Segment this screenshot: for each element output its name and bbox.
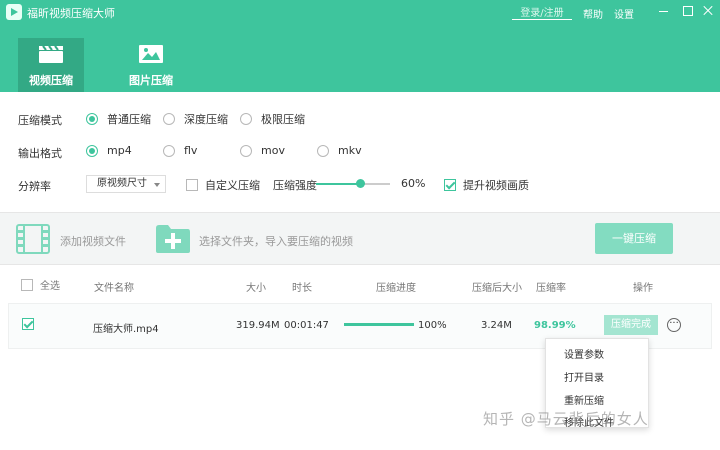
radio-button[interactable] — [240, 113, 252, 125]
resolution-label: 分辨率 — [18, 180, 51, 193]
add-video-file-link[interactable]: 添加视频文件 — [60, 233, 126, 249]
checkbox[interactable] — [186, 179, 198, 191]
option-label: 普通压缩 — [107, 113, 151, 126]
column-header-duration: 时长 — [292, 283, 312, 294]
enhance-quality-checkbox[interactable]: 提升视频画质 — [444, 177, 529, 193]
compress-mode-label: 压缩模式 — [18, 114, 62, 127]
close-icon[interactable] — [700, 3, 716, 19]
mode-option-normal[interactable]: 普通压缩 — [86, 111, 151, 127]
app-title: 福昕视频压缩大师 — [27, 7, 115, 20]
option-label: flv — [184, 144, 198, 157]
title-bar: 福昕视频压缩大师 登录/注册 帮助 设置 — [0, 0, 720, 24]
chevron-down-icon — [154, 183, 160, 187]
file-size: 319.94M — [236, 320, 280, 331]
minimize-icon[interactable] — [656, 3, 672, 19]
login-link[interactable]: 登录/注册 — [512, 4, 572, 20]
strength-value: 60% — [401, 177, 426, 190]
format-option-flv[interactable]: flv — [163, 144, 197, 157]
format-option-mkv[interactable]: mkv — [317, 144, 362, 157]
strength-slider[interactable] — [316, 179, 390, 188]
column-header-progress: 压缩进度 — [376, 283, 416, 294]
add-folder-icon[interactable] — [155, 224, 191, 254]
option-label: mov — [261, 144, 285, 157]
option-label: mp4 — [107, 144, 132, 157]
radio-button[interactable] — [163, 113, 175, 125]
one-click-compress-button[interactable]: 一键压缩 — [595, 223, 673, 254]
app-logo-icon — [6, 4, 22, 20]
tab-label: 视频压缩 — [29, 74, 73, 87]
resolution-select[interactable]: 原视频尺寸 — [86, 175, 166, 193]
menu-item-settings[interactable]: 设置参数 — [564, 346, 604, 361]
strength-label: 压缩强度 — [273, 179, 317, 192]
progress-text: 100% — [418, 320, 447, 331]
help-link[interactable]: 帮助 — [583, 6, 603, 21]
settings-link[interactable]: 设置 — [614, 6, 634, 21]
column-header-name: 文件名称 — [94, 283, 134, 294]
resolution-value: 原视频尺寸 — [97, 178, 147, 189]
slider-fill — [316, 183, 361, 185]
radio-button[interactable] — [240, 144, 252, 157]
after-size: 3.24M — [481, 320, 512, 331]
option-label: mkv — [338, 144, 362, 157]
slider-thumb[interactable] — [356, 179, 366, 188]
tab-image-compress[interactable]: 图片压缩 — [118, 38, 184, 92]
option-label: 深度压缩 — [184, 113, 228, 126]
option-label: 提升视频画质 — [463, 179, 529, 192]
radio-button[interactable] — [317, 144, 329, 157]
watermark: 知乎 @马云背后的女人 — [483, 410, 649, 428]
app-header: 福昕视频压缩大师 登录/注册 帮助 设置 视频压缩 图片压缩 — [0, 0, 720, 92]
column-header-size: 大小 — [246, 283, 266, 294]
more-options-icon[interactable]: ··· — [667, 318, 681, 332]
radio-button[interactable] — [163, 144, 175, 157]
checkbox[interactable] — [21, 278, 33, 291]
checkbox[interactable] — [444, 179, 456, 191]
radio-button[interactable] — [86, 144, 98, 157]
compress-done-button[interactable]: 压缩完成 — [604, 315, 658, 335]
tab-label: 图片压缩 — [129, 74, 173, 87]
column-header-after-size: 压缩后大小 — [472, 283, 522, 294]
radio-button[interactable] — [86, 113, 98, 125]
row-checkbox[interactable] — [22, 318, 34, 330]
video-clapper-icon — [39, 45, 63, 63]
option-label: 自定义压缩 — [205, 179, 260, 192]
column-header: 全选 — [40, 281, 60, 292]
file-name: 压缩大师.mp4 — [93, 324, 159, 335]
mode-option-deep[interactable]: 深度压缩 — [163, 111, 228, 127]
mode-option-extreme[interactable]: 极限压缩 — [240, 111, 305, 127]
menu-item-open-folder[interactable]: 打开目录 — [564, 369, 604, 384]
output-format-label: 输出格式 — [18, 147, 62, 160]
file-duration: 00:01:47 — [284, 320, 329, 331]
tab-video-compress[interactable]: 视频压缩 — [18, 38, 84, 92]
menu-item-recompress[interactable]: 重新压缩 — [564, 392, 604, 407]
format-option-mp4[interactable]: mp4 — [86, 144, 132, 157]
add-file-bar: 添加视频文件 选择文件夹，导入要压缩的视频 一键压缩 — [0, 212, 720, 265]
custom-compress-checkbox[interactable]: 自定义压缩 — [186, 177, 260, 193]
progress-bar — [344, 323, 414, 326]
maximize-icon[interactable] — [680, 3, 696, 19]
option-label: 极限压缩 — [261, 113, 305, 126]
column-header-action: 操作 — [633, 283, 653, 294]
progress-fill — [344, 323, 414, 326]
compression-ratio: 98.99% — [534, 320, 576, 331]
add-folder-link[interactable]: 选择文件夹，导入要压缩的视频 — [199, 233, 353, 249]
film-icon[interactable] — [16, 224, 50, 254]
image-icon — [139, 45, 163, 63]
select-all-checkbox[interactable]: 全选 — [21, 277, 60, 292]
format-option-mov[interactable]: mov — [240, 144, 285, 157]
column-header-ratio: 压缩率 — [536, 283, 566, 294]
